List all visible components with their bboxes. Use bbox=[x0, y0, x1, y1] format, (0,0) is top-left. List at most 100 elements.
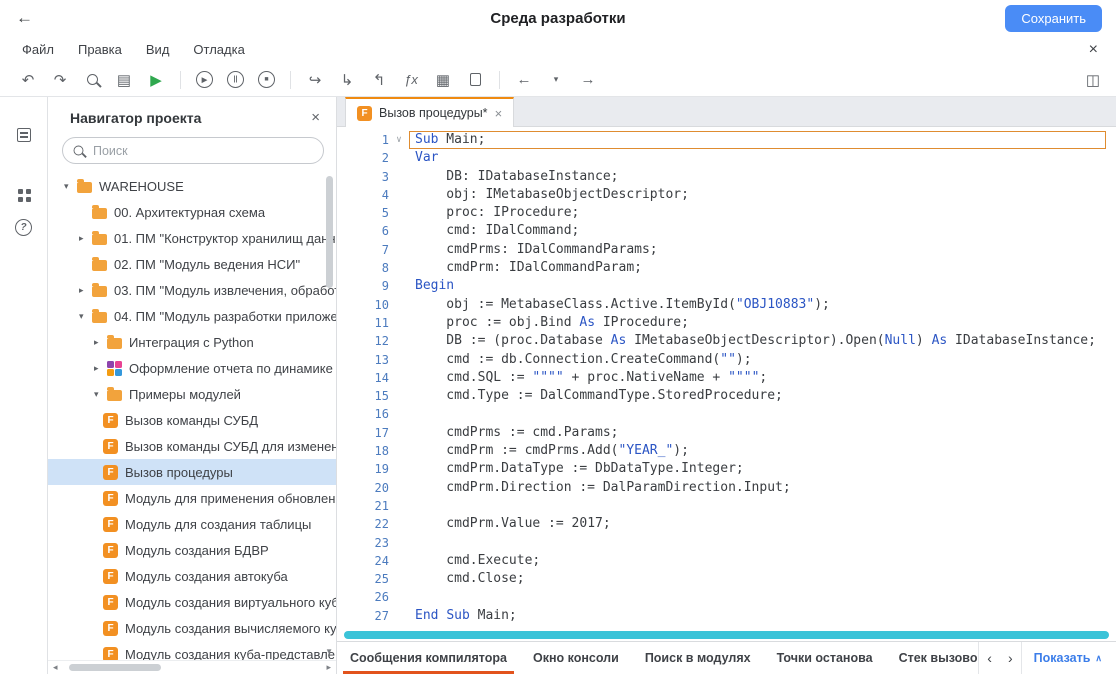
module-icon: F bbox=[103, 439, 118, 454]
fold-icon[interactable]: ∨ bbox=[389, 131, 409, 149]
apps-grid-icon[interactable] bbox=[12, 183, 36, 207]
scroll-right-icon[interactable]: ▸ bbox=[321, 662, 336, 673]
stop-icon[interactable]: ■ bbox=[258, 71, 275, 88]
menu-item-4[interactable]: Отладка bbox=[193, 42, 244, 57]
menu-item-1[interactable]: Файл bbox=[22, 42, 54, 57]
tree-item[interactable]: ▾04. ПМ "Модуль разработки приложений" bbox=[48, 303, 336, 329]
menu-item-3[interactable]: Вид bbox=[146, 42, 170, 57]
code-token: Null bbox=[885, 333, 916, 348]
help-icon[interactable]: ? bbox=[12, 215, 36, 239]
fold-spacer bbox=[389, 186, 409, 204]
tree-item[interactable]: ▾Примеры модулей bbox=[48, 381, 336, 407]
tree-item[interactable]: ▸03. ПМ "Модуль извлечения, обработки и bbox=[48, 277, 336, 303]
code-text: End Sub Main; bbox=[409, 607, 517, 625]
documents-icon[interactable] bbox=[12, 123, 36, 147]
undo-icon[interactable]: ↶ bbox=[19, 69, 37, 91]
code-token: Sub bbox=[446, 608, 469, 623]
tree-item[interactable]: FМодуль создания БДВР bbox=[48, 537, 336, 563]
editor-hscroll-thumb[interactable] bbox=[344, 631, 1109, 639]
code-text: cmdPrms: IDalCommandParams; bbox=[409, 241, 658, 259]
code-text: Sub Main; bbox=[409, 131, 485, 149]
tree-item[interactable]: ▾WAREHOUSE bbox=[48, 173, 336, 199]
tree-item[interactable]: FВызов команды СУБД для изменен bbox=[48, 433, 336, 459]
module-icon: F bbox=[103, 543, 118, 558]
line-number: 8 bbox=[337, 259, 389, 277]
line-number: 26 bbox=[337, 588, 389, 606]
code-line: 2Var bbox=[337, 149, 1116, 167]
debug-run-icon[interactable]: ▶ bbox=[196, 71, 213, 88]
code-editor[interactable]: 1∨Sub Main;2Var3 DB: IDatabaseInstance;4… bbox=[337, 127, 1116, 629]
tree-item[interactable]: ▸Оформление отчета по динамике спис bbox=[48, 355, 336, 381]
tree-item[interactable]: FМодуль создания автокуба bbox=[48, 563, 336, 589]
tree-item[interactable]: 02. ПМ "Модуль ведения НСИ" bbox=[48, 251, 336, 277]
pause-icon[interactable]: || bbox=[227, 71, 244, 88]
search-input[interactable] bbox=[91, 143, 313, 159]
save-button[interactable]: Сохранить bbox=[1005, 5, 1102, 32]
search-box[interactable] bbox=[62, 137, 324, 164]
close-icon[interactable]: × bbox=[1089, 41, 1098, 59]
tree-item[interactable]: FВызов команды СУБД bbox=[48, 407, 336, 433]
formula-grid-icon[interactable]: ▦ bbox=[434, 69, 452, 91]
tree-item[interactable]: ▸Интеграция с Python bbox=[48, 329, 336, 355]
copy-icon[interactable] bbox=[466, 69, 484, 91]
navigate-forward-icon[interactable]: → bbox=[579, 69, 597, 91]
show-panel-button[interactable]: Показать ∧ bbox=[1021, 642, 1116, 674]
fx-icon[interactable]: ƒx bbox=[402, 69, 420, 91]
search-icon[interactable] bbox=[83, 69, 101, 91]
tree-item[interactable]: 00. Архитектурная схема bbox=[48, 199, 336, 225]
tree-item[interactable]: FМодуль для применения обновлени bbox=[48, 485, 336, 511]
tree-arrow-icon[interactable]: ▸ bbox=[94, 337, 107, 348]
bottom-tab-5[interactable]: Стек вызовов bbox=[886, 642, 979, 674]
code-token: DB := (proc.Database bbox=[415, 333, 611, 348]
scroll-left-icon[interactable]: ◂ bbox=[48, 662, 63, 673]
navigator-close-icon[interactable]: × bbox=[311, 109, 320, 126]
step-into-icon[interactable]: ↳ bbox=[338, 69, 356, 91]
tree-item[interactable]: FМодуль для создания таблицы bbox=[48, 511, 336, 537]
redo-icon[interactable]: ↷ bbox=[51, 69, 69, 91]
panel-toggle-icon[interactable]: ◫ bbox=[1084, 69, 1102, 91]
fold-spacer bbox=[389, 515, 409, 533]
back-button[interactable]: ← bbox=[16, 8, 33, 28]
scroll-down-icon[interactable]: ▼ bbox=[325, 647, 333, 656]
tree-arrow-icon[interactable]: ▸ bbox=[94, 363, 107, 374]
bottom-tab-2[interactable]: Окно консоли bbox=[520, 642, 632, 674]
tab-close-icon[interactable]: × bbox=[495, 106, 503, 121]
nav-vertical-scrollbar[interactable] bbox=[326, 176, 333, 288]
tree-arrow-icon[interactable]: ▾ bbox=[94, 389, 107, 400]
line-number: 11 bbox=[337, 314, 389, 332]
nav-hscroll-thumb[interactable] bbox=[69, 664, 161, 671]
editor-horizontal-scrollbar[interactable] bbox=[337, 629, 1116, 641]
tree-item[interactable]: FМодуль создания вычисляемого ку bbox=[48, 615, 336, 641]
history-dropdown-icon[interactable]: ▾ bbox=[547, 69, 565, 91]
tabs-scroll-left-icon[interactable]: ‹ bbox=[979, 650, 1000, 666]
code-token: Main; bbox=[438, 132, 485, 147]
tree-item[interactable]: ▸01. ПМ "Конструктор хранилищ данных" bbox=[48, 225, 336, 251]
menu-item-2[interactable]: Правка bbox=[78, 42, 122, 57]
tree-item[interactable]: FМодуль создания виртуального куб bbox=[48, 589, 336, 615]
table-icon[interactable]: ▤ bbox=[115, 69, 133, 91]
line-number: 4 bbox=[337, 186, 389, 204]
step-over-icon[interactable]: ↪ bbox=[306, 69, 324, 91]
step-out-icon[interactable]: ↰ bbox=[370, 69, 388, 91]
report-icon-square bbox=[115, 369, 122, 376]
fold-spacer bbox=[389, 442, 409, 460]
tree-item[interactable]: FВызов процедуры bbox=[48, 459, 336, 485]
bottom-tab-4[interactable]: Точки останова bbox=[764, 642, 886, 674]
code-token: "OBJ10883" bbox=[736, 297, 814, 312]
editor-tab[interactable]: F Вызов процедуры* × bbox=[345, 97, 514, 127]
run-icon[interactable]: ▶ bbox=[147, 69, 165, 91]
navigate-back-icon[interactable]: ← bbox=[515, 69, 533, 91]
nav-horizontal-scrollbar[interactable]: ◂ ▸ bbox=[48, 660, 336, 674]
bottom-tab-1[interactable]: Сообщения компилятора bbox=[337, 642, 520, 674]
code-line: 16 bbox=[337, 405, 1116, 423]
line-number: 1 bbox=[337, 131, 389, 149]
code-line: 9Begin bbox=[337, 277, 1116, 295]
tree-arrow-icon[interactable]: ▾ bbox=[79, 311, 92, 322]
bottom-tab-3[interactable]: Поиск в модулях bbox=[632, 642, 764, 674]
tree-arrow-icon[interactable]: ▸ bbox=[79, 285, 92, 296]
tree-arrow-icon[interactable]: ▸ bbox=[79, 233, 92, 244]
navigator-title: Навигатор проекта bbox=[70, 110, 201, 126]
tree-arrow-icon[interactable]: ▾ bbox=[64, 181, 77, 192]
tabs-scroll-right-icon[interactable]: › bbox=[1000, 650, 1021, 666]
code-line: 7 cmdPrms: IDalCommandParams; bbox=[337, 241, 1116, 259]
